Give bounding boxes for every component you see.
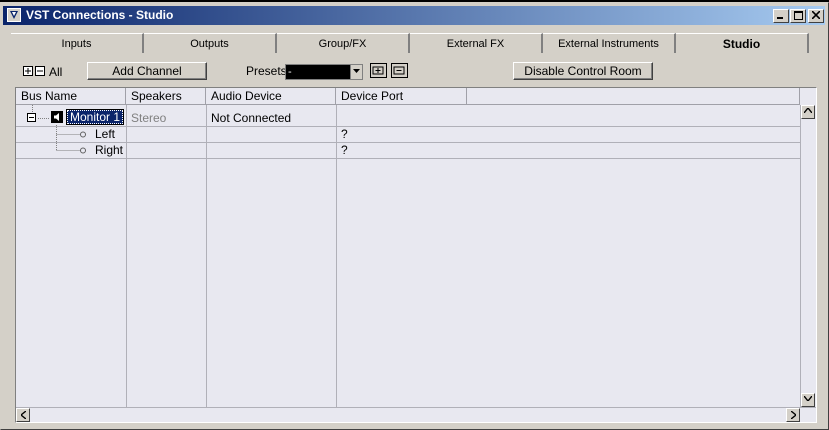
tab-external-instruments[interactable]: External Instruments <box>543 33 676 53</box>
tab-inputs[interactable]: Inputs <box>11 33 144 53</box>
scroll-right-icon[interactable] <box>786 408 800 422</box>
column-header-bus-name[interactable]: Bus Name <box>16 88 126 105</box>
presets-value: - <box>288 66 292 78</box>
column-divider <box>126 105 127 407</box>
scroll-up-icon[interactable] <box>801 105 815 119</box>
close-button[interactable] <box>808 9 824 23</box>
row-divider <box>16 158 800 159</box>
channel-name-left[interactable]: Left <box>95 127 115 141</box>
expand-all-icon[interactable] <box>23 66 33 76</box>
title-bar[interactable]: VST Connections - Studio <box>3 6 825 25</box>
bus-speakers[interactable]: Stereo <box>131 111 166 125</box>
channel-name-right[interactable]: Right <box>95 143 123 157</box>
bus-name-monitor[interactable]: Monitor 1 <box>65 109 125 125</box>
column-divider <box>206 105 207 407</box>
close-icon <box>812 11 820 19</box>
column-header-empty <box>467 88 800 105</box>
all-label: All <box>49 65 63 79</box>
minimize-button[interactable] <box>773 9 789 23</box>
scroll-down-icon[interactable] <box>801 393 815 407</box>
vst-connections-icon[interactable] <box>7 8 21 22</box>
tab-external-fx[interactable]: External FX <box>410 33 543 53</box>
row-divider <box>16 126 800 127</box>
column-divider <box>336 105 337 407</box>
channel-port-right[interactable]: ? <box>341 143 348 157</box>
column-header-speakers[interactable]: Speakers <box>126 88 206 105</box>
connections-grid: Bus Name Speakers Audio Device Device Po… <box>15 87 817 423</box>
maximize-icon <box>793 11 803 20</box>
tab-bar: Inputs Outputs Group/FX External FX Exte… <box>11 33 809 53</box>
collapse-monitor-icon[interactable] <box>27 113 36 122</box>
window-title: VST Connections - Studio <box>26 8 174 22</box>
vertical-scrollbar[interactable] <box>800 105 815 407</box>
presets-dropdown[interactable]: - <box>285 64 363 80</box>
column-header-audio-device[interactable]: Audio Device <box>206 88 336 105</box>
speaker-icon <box>51 111 63 123</box>
column-header-device-port[interactable]: Device Port <box>336 88 467 105</box>
tab-group-fx[interactable]: Group/FX <box>277 33 410 53</box>
presets-label: Presets <box>246 64 287 78</box>
toolbar: All Add Channel Presets - Disable Contro… <box>15 61 815 83</box>
vst-connections-window: VST Connections - Studio Inputs Outputs … <box>0 2 829 430</box>
tab-outputs[interactable]: Outputs <box>144 33 277 53</box>
bus-audio-device[interactable]: Not Connected <box>211 111 291 125</box>
channel-port-left[interactable]: ? <box>341 127 348 141</box>
chevron-down-icon[interactable] <box>350 65 362 79</box>
scroll-left-icon[interactable] <box>16 408 30 422</box>
disable-control-room-button[interactable]: Disable Control Room <box>513 62 653 80</box>
minimize-icon <box>777 17 783 19</box>
remove-preset-icon[interactable] <box>391 63 408 78</box>
row-divider <box>16 142 800 143</box>
add-channel-button[interactable]: Add Channel <box>87 62 207 80</box>
horizontal-scrollbar[interactable] <box>16 407 816 422</box>
store-preset-icon[interactable] <box>370 63 387 78</box>
tab-studio[interactable]: Studio <box>676 33 809 53</box>
collapse-all-icon[interactable] <box>35 66 45 76</box>
maximize-button[interactable] <box>790 9 806 23</box>
